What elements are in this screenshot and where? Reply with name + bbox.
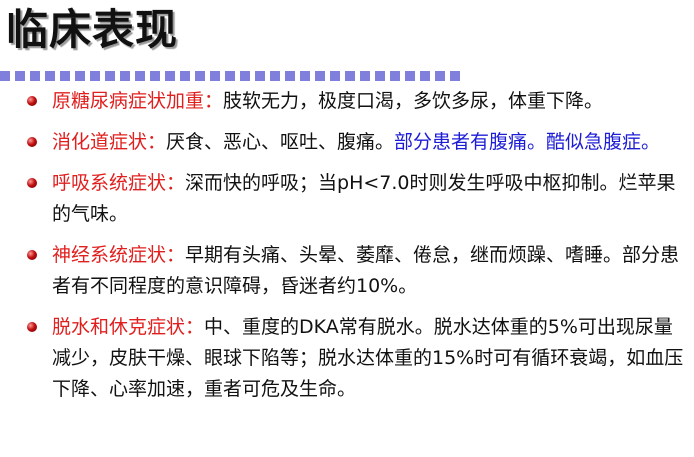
- divider-square: [435, 71, 445, 81]
- divider-square: [45, 71, 55, 81]
- divider-square: [180, 71, 190, 81]
- divider-square: [75, 71, 85, 81]
- item-label: 神经系统症状：: [52, 244, 186, 266]
- divider-square: [240, 71, 250, 81]
- divider-square: [150, 71, 160, 81]
- divider-square: [30, 71, 40, 81]
- divider-square: [270, 71, 280, 81]
- list-item: 神经系统症状：早期有头痛、头晕、萎靡、倦怠，继而烦躁、嗜睡。部分患者有不同程度的…: [24, 240, 684, 302]
- list-item: 原糖尿病症状加重：肢软无力，极度口渴，多饮多尿，体重下降。: [24, 86, 684, 117]
- divider-square: [330, 71, 340, 81]
- item-label: 原糖尿病症状加重：: [52, 90, 224, 112]
- list-item: 消化道症状：厌食、恶心、呕吐、腹痛。部分患者有腹痛。酷似急腹症。: [24, 127, 684, 158]
- divider-square: [225, 71, 235, 81]
- item-highlight: 部分患者有腹痛。酷似急腹症。: [394, 131, 661, 153]
- slide-title: 临床表现: [6, 5, 179, 54]
- divider-square: [405, 71, 415, 81]
- divider-square: [300, 71, 310, 81]
- divider-square: [420, 71, 430, 81]
- divider-square: [390, 71, 400, 81]
- divider-square: [195, 71, 205, 81]
- list-item: 脱水和休克症状：中、重度的DKA常有脱水。脱水达体重的5%可出现尿量减少，皮肤干…: [24, 312, 684, 405]
- symptom-list: 原糖尿病症状加重：肢软无力，极度口渴，多饮多尿，体重下降。 消化道症状：厌食、恶…: [24, 86, 684, 415]
- list-item: 呼吸系统症状：深而快的呼吸；当pH<7.0时则发生呼吸中枢抑制。烂苹果的气味。: [24, 168, 684, 230]
- divider-square: [135, 71, 145, 81]
- item-label: 呼吸系统症状：: [52, 172, 186, 194]
- item-text: 肢软无力，极度口渴，多饮多尿，体重下降。: [223, 90, 604, 112]
- divider-square: [375, 71, 385, 81]
- item-label: 脱水和休克症状：: [52, 316, 205, 338]
- divider-square: [345, 71, 355, 81]
- divider-square: [255, 71, 265, 81]
- divider-square: [60, 71, 70, 81]
- bullet-icon: [27, 322, 37, 332]
- divider-square: [165, 71, 175, 81]
- item-label: 消化道症状：: [52, 131, 167, 153]
- divider-square: [360, 71, 370, 81]
- title-divider: [0, 71, 466, 81]
- bullet-icon: [27, 178, 37, 188]
- divider-square: [90, 71, 100, 81]
- divider-square: [105, 71, 115, 81]
- divider-square: [285, 71, 295, 81]
- divider-square: [15, 71, 25, 81]
- bullet-icon: [27, 250, 37, 260]
- item-text: 厌食、恶心、呕吐、腹痛。: [166, 131, 395, 153]
- bullet-icon: [27, 137, 37, 147]
- divider-square: [0, 71, 10, 81]
- bullet-icon: [27, 96, 37, 106]
- divider-square: [120, 71, 130, 81]
- divider-square: [450, 71, 460, 81]
- divider-square: [315, 71, 325, 81]
- divider-square: [210, 71, 220, 81]
